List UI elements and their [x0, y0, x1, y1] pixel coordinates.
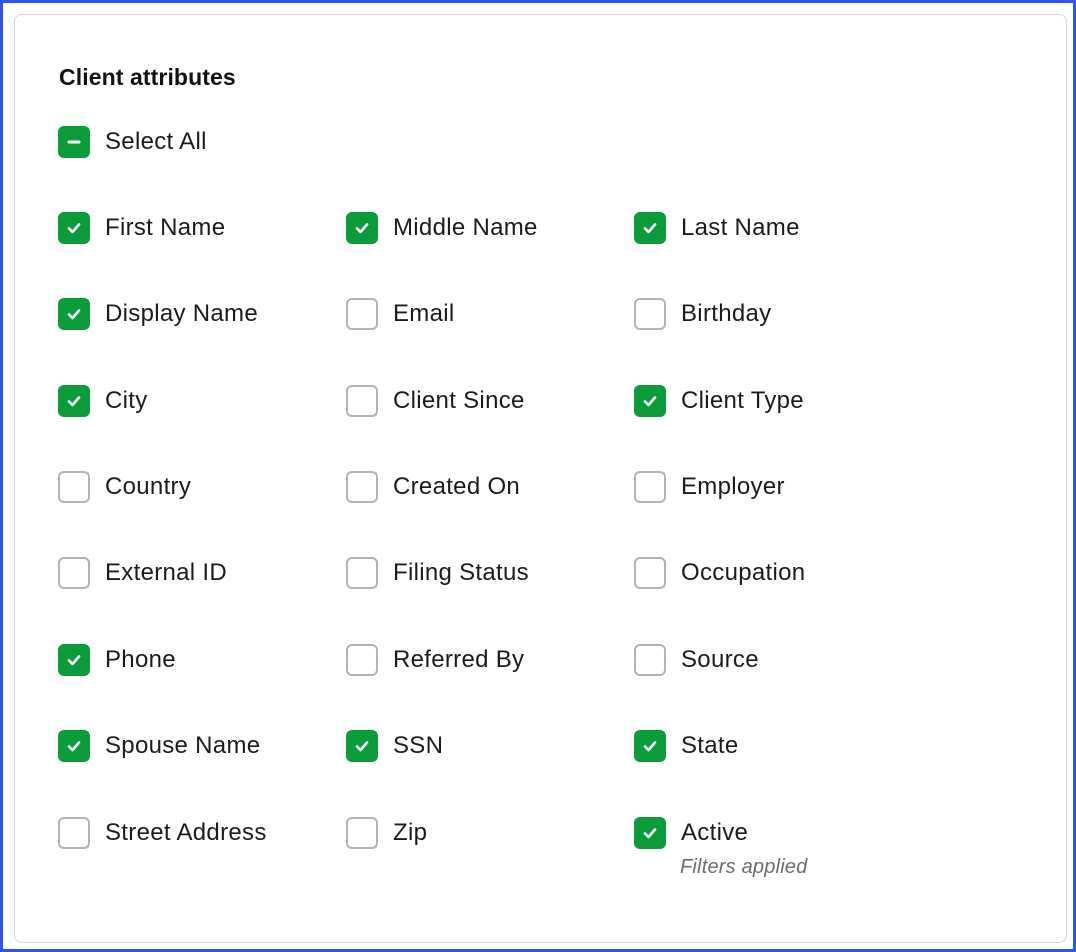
window-frame: Client attributes Select All First Name …: [0, 0, 1076, 952]
checkbox-box: [346, 385, 378, 417]
checkbox-box: [346, 557, 378, 589]
checkbox-external-id[interactable]: External ID: [58, 556, 227, 590]
checkbox-state[interactable]: State: [634, 729, 739, 763]
checkbox-occupation[interactable]: Occupation: [634, 556, 805, 590]
check-icon: [58, 644, 90, 676]
checkbox-filing-status[interactable]: Filing Status: [346, 556, 529, 590]
checkbox-box: [58, 817, 90, 849]
section-title: Client attributes: [59, 64, 236, 90]
checkbox-label: Last Name: [681, 214, 800, 241]
checkbox-label: Street Address: [105, 819, 267, 846]
check-icon: [58, 385, 90, 417]
checkbox-label: Client Since: [393, 387, 525, 414]
select-all-checkbox[interactable]: Select All: [58, 125, 207, 159]
checkbox-street-address[interactable]: Street Address: [58, 816, 267, 850]
checkbox-box: [346, 644, 378, 676]
checkbox-ssn[interactable]: SSN: [346, 729, 443, 763]
checkbox-box: [634, 644, 666, 676]
checkbox-label: City: [105, 387, 148, 414]
checkbox-label: Employer: [681, 473, 785, 500]
check-icon: [58, 298, 90, 330]
checkbox-phone[interactable]: Phone: [58, 643, 176, 677]
checkbox-label: State: [681, 732, 739, 759]
checkbox-label: Occupation: [681, 559, 806, 586]
checkbox-label: Display Name: [105, 300, 258, 327]
checkbox-label: Country: [105, 473, 192, 500]
checkbox-box: [346, 298, 378, 330]
checkbox-label: Referred By: [393, 646, 525, 673]
checkbox-middle-name[interactable]: Middle Name: [346, 211, 538, 245]
checkbox-first-name[interactable]: First Name: [58, 211, 225, 245]
checkbox-box: [58, 471, 90, 503]
check-icon: [58, 730, 90, 762]
minus-icon: [58, 126, 90, 158]
checkbox-label: SSN: [393, 732, 444, 759]
checkbox-email[interactable]: Email: [346, 297, 455, 331]
checkbox-country[interactable]: Country: [58, 470, 191, 504]
checkbox-client-since[interactable]: Client Since: [346, 384, 525, 418]
checkbox-box: [58, 557, 90, 589]
checkbox-box: [346, 817, 378, 849]
checkbox-label: Birthday: [681, 300, 772, 327]
checkbox-box: [634, 557, 666, 589]
checkbox-last-name[interactable]: Last Name: [634, 211, 800, 245]
checkbox-source[interactable]: Source: [634, 643, 759, 677]
checkbox-zip[interactable]: Zip: [346, 816, 427, 850]
checkbox-label: Phone: [105, 646, 176, 673]
checkbox-created-on[interactable]: Created On: [346, 470, 520, 504]
select-all-label: Select All: [105, 128, 207, 155]
checkbox-label: Zip: [393, 819, 428, 846]
checkbox-active[interactable]: Active: [634, 816, 748, 850]
checkbox-box: [634, 471, 666, 503]
checkbox-display-name[interactable]: Display Name: [58, 297, 258, 331]
checkbox-label: Active: [681, 819, 749, 846]
checkbox-employer[interactable]: Employer: [634, 470, 785, 504]
checkbox-label: Source: [681, 646, 759, 673]
check-icon: [346, 212, 378, 244]
checkbox-label: Client Type: [681, 387, 804, 414]
checkbox-label: Email: [393, 300, 455, 327]
checkbox-city[interactable]: City: [58, 384, 148, 418]
checkbox-spouse-name[interactable]: Spouse Name: [58, 729, 260, 763]
check-icon: [346, 730, 378, 762]
check-icon: [634, 212, 666, 244]
checkbox-box: [346, 471, 378, 503]
check-icon: [634, 730, 666, 762]
checkbox-client-type[interactable]: Client Type: [634, 384, 804, 418]
check-icon: [634, 817, 666, 849]
checkbox-box: [634, 298, 666, 330]
checkbox-label: Spouse Name: [105, 732, 261, 759]
check-icon: [58, 212, 90, 244]
checkbox-label: First Name: [105, 214, 226, 241]
filters-applied-note: Filters applied: [680, 856, 808, 878]
checkbox-label: External ID: [105, 559, 228, 586]
checkbox-label: Created On: [393, 473, 521, 500]
check-icon: [634, 385, 666, 417]
checkbox-label: Middle Name: [393, 214, 538, 241]
checkbox-label: Filing Status: [393, 559, 529, 586]
checkbox-referred-by[interactable]: Referred By: [346, 643, 524, 677]
checkbox-birthday[interactable]: Birthday: [634, 297, 771, 331]
